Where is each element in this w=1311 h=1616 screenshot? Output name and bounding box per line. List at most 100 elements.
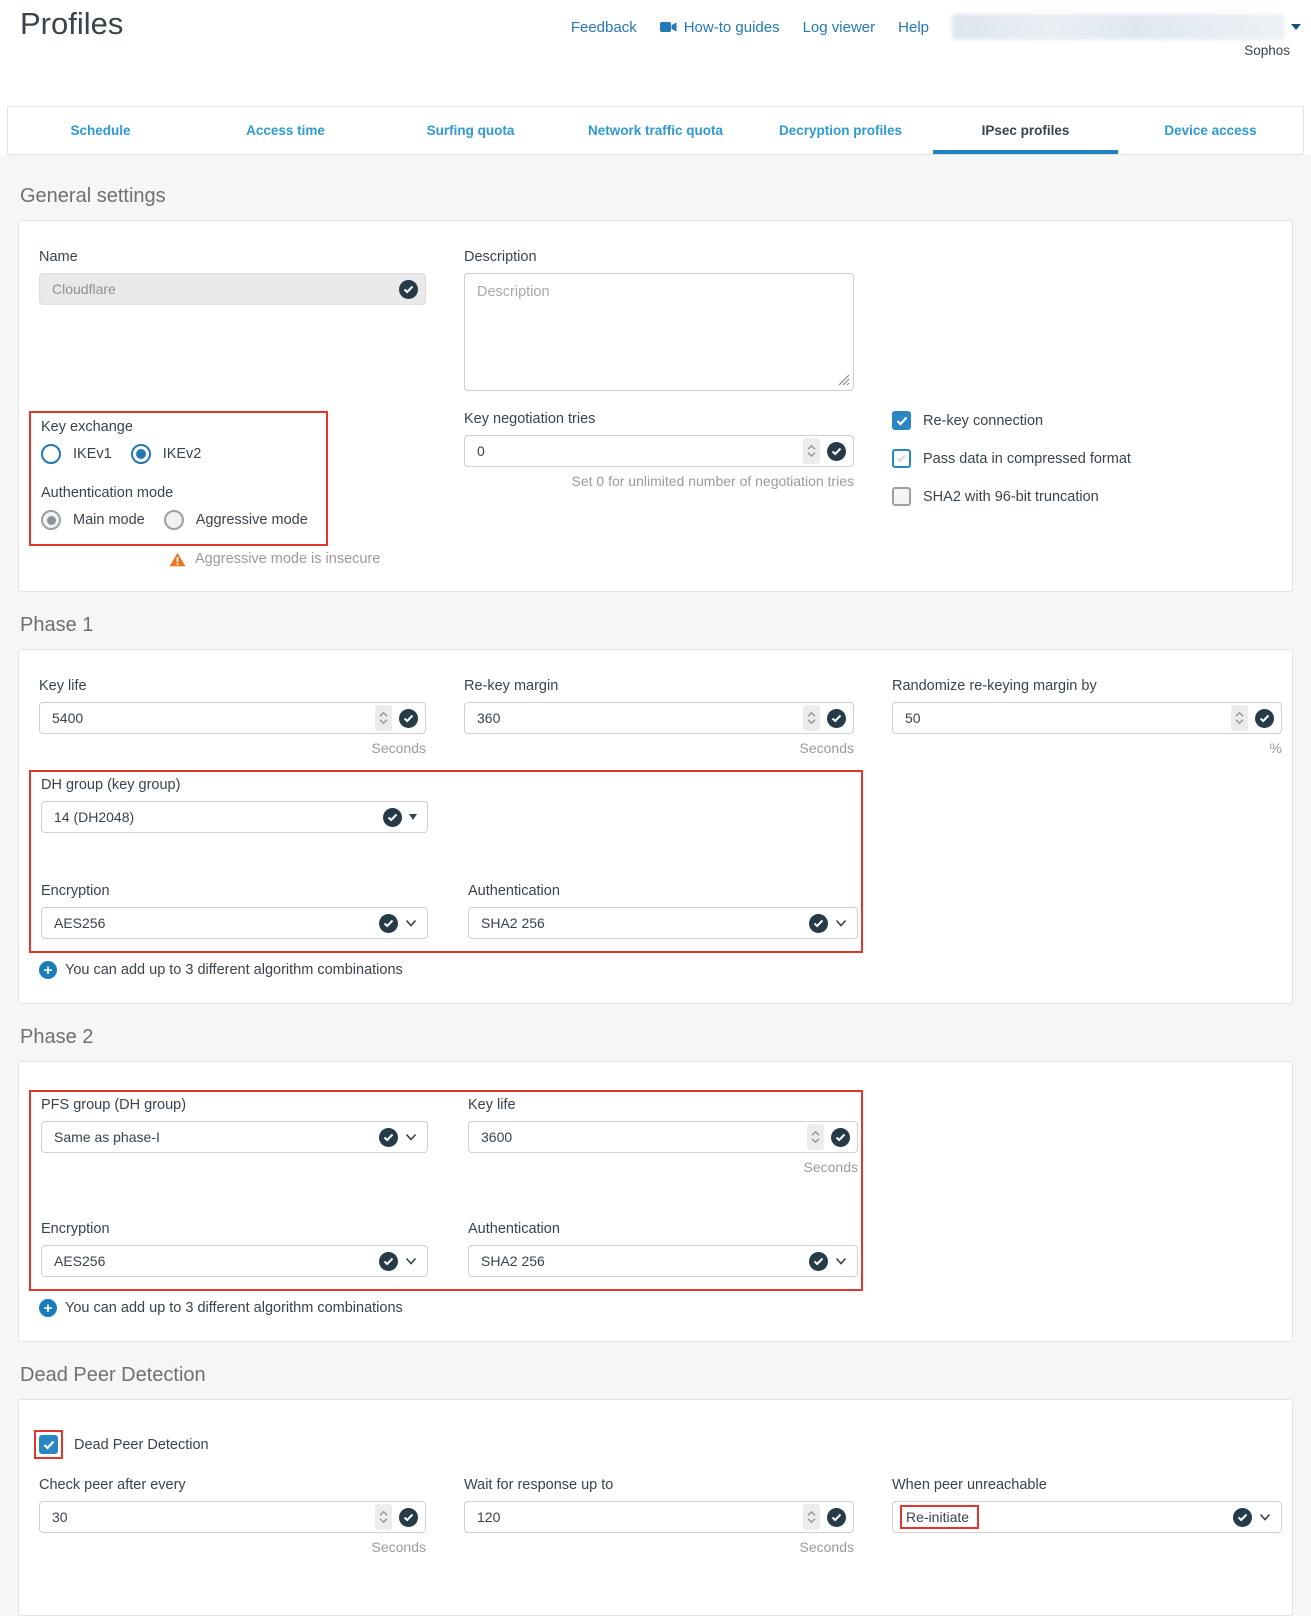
key-negotiation-value[interactable] (465, 443, 803, 459)
valid-check-icon (827, 442, 846, 461)
feedback-link[interactable]: Feedback (571, 19, 637, 36)
rekey-connection-option[interactable]: Re-key connection (892, 411, 1282, 430)
rekey-margin-value[interactable] (465, 710, 803, 726)
check-peer-input[interactable] (39, 1501, 426, 1533)
phase1-rekey-margin-field: Re-key margin Seconds (464, 678, 854, 756)
phase1-algorithms-annotation: DH group (key group) 14 (DH2048) Encrypt… (29, 770, 863, 953)
redacted-account-name (952, 14, 1285, 40)
valid-check-icon (383, 808, 402, 827)
number-stepper[interactable] (1231, 705, 1248, 731)
encryption-label: Encryption (41, 883, 428, 899)
compressed-format-option[interactable]: Pass data in compressed format (892, 449, 1282, 468)
wait-response-input[interactable] (464, 1501, 854, 1533)
number-stepper[interactable] (807, 1124, 824, 1150)
wait-response-label: Wait for response up to (464, 1477, 854, 1493)
encryption-select[interactable]: AES256 (41, 907, 428, 939)
log-viewer-link[interactable]: Log viewer (803, 19, 876, 36)
unit-label: Seconds (464, 740, 854, 756)
sha2-truncation-option[interactable]: SHA2 with 96-bit truncation (892, 487, 1282, 506)
unit-label: Seconds (464, 1539, 854, 1555)
number-stepper[interactable] (375, 1504, 392, 1530)
description-input[interactable] (464, 273, 854, 391)
radio-ikev1[interactable]: IKEv1 (41, 444, 112, 464)
phase1-key-life-field: Key life Seconds (39, 678, 426, 756)
dpd-enable-option[interactable]: Dead Peer Detection (39, 1430, 1282, 1459)
account-selector[interactable] (952, 14, 1301, 40)
key-exchange-annotation: Key exchange IKEv1 IKEv2 Authentication … (29, 411, 328, 546)
chevron-down-icon (405, 919, 417, 927)
dh-group-field: DH group (key group) 14 (DH2048) (41, 777, 428, 833)
valid-check-icon (399, 709, 418, 728)
when-unreachable-select[interactable]: Re-initiate (892, 1501, 1282, 1533)
checkbox-icon[interactable] (892, 449, 911, 468)
radio-disabled-selected-icon[interactable] (41, 510, 61, 530)
chevron-down-icon (405, 1133, 417, 1141)
checkbox-checked-icon[interactable] (892, 411, 911, 430)
tab-device-access[interactable]: Device access (1118, 107, 1303, 154)
add-icon[interactable]: + (39, 961, 57, 979)
number-stepper[interactable] (803, 1504, 820, 1530)
valid-check-icon (809, 1252, 828, 1271)
howto-guides-link[interactable]: How-to guides (660, 19, 780, 36)
name-input-value (40, 281, 399, 297)
add-icon[interactable]: + (39, 1299, 57, 1317)
description-field: Description (464, 249, 854, 391)
radio-aggressive-mode[interactable]: Aggressive mode (164, 510, 308, 530)
tab-surfing-quota[interactable]: Surfing quota (378, 107, 563, 154)
authentication-label: Authentication (468, 883, 858, 899)
when-unreachable-label: When peer unreachable (892, 1477, 1282, 1493)
wait-response-field: Wait for response up to Seconds (464, 1477, 854, 1555)
radio-selected-icon[interactable] (131, 444, 151, 464)
authentication-select[interactable]: SHA2 256 (468, 907, 858, 939)
number-stepper[interactable] (803, 438, 820, 464)
checkbox-icon[interactable] (892, 487, 911, 506)
key-life-value[interactable] (40, 710, 375, 726)
authentication-select[interactable]: SHA2 256 (468, 1245, 858, 1277)
valid-check-icon (399, 280, 418, 299)
dh-group-select[interactable]: 14 (DH2048) (41, 801, 428, 833)
phase2-key-life-field: Key life Seconds (468, 1097, 858, 1175)
checkbox-checked-icon[interactable] (39, 1435, 58, 1454)
number-stepper[interactable] (803, 705, 820, 731)
tab-access-time[interactable]: Access time (193, 107, 378, 154)
tab-ipsec-profiles[interactable]: IPsec profiles (933, 107, 1118, 154)
key-exchange-label: Key exchange (41, 419, 316, 435)
valid-check-icon (827, 1508, 846, 1527)
key-negotiation-input[interactable] (464, 435, 854, 467)
phase2-key-life-value[interactable] (469, 1129, 807, 1145)
number-stepper[interactable] (375, 705, 392, 731)
valid-check-icon (809, 914, 828, 933)
chevron-down-icon (1259, 1513, 1271, 1521)
phase1-encryption-field: Encryption AES256 (41, 883, 428, 939)
radio-disabled-icon[interactable] (164, 510, 184, 530)
tab-decryption-profiles[interactable]: Decryption profiles (748, 107, 933, 154)
pfs-group-label: PFS group (DH group) (41, 1097, 428, 1113)
general-settings-card: Name Description Key exchange IKEv1 (18, 220, 1293, 592)
key-life-input[interactable] (39, 702, 426, 734)
name-field: Name (39, 249, 426, 305)
radio-icon[interactable] (41, 444, 61, 464)
rekey-margin-input[interactable] (464, 702, 854, 734)
key-exchange-column: Key exchange IKEv1 IKEv2 Authentication … (39, 411, 426, 567)
tab-schedule[interactable]: Schedule (8, 107, 193, 154)
phase2-key-life-input[interactable] (468, 1121, 858, 1153)
valid-check-icon (379, 1252, 398, 1271)
warning-triangle-icon (169, 552, 186, 567)
tab-network-traffic-quota[interactable]: Network traffic quota (563, 107, 748, 154)
wait-response-value[interactable] (465, 1509, 803, 1525)
valid-check-icon (827, 709, 846, 728)
when-unreachable-field: When peer unreachable Re-initiate (892, 1477, 1282, 1533)
radio-ikev2[interactable]: IKEv2 (131, 444, 202, 464)
phase1-authentication-field: Authentication SHA2 256 (468, 883, 858, 939)
check-peer-value[interactable] (40, 1509, 375, 1525)
unit-label: % (892, 740, 1282, 756)
randomize-input[interactable] (892, 702, 1282, 734)
name-input[interactable] (39, 273, 426, 305)
help-link[interactable]: Help (898, 19, 929, 36)
radio-main-mode[interactable]: Main mode (41, 510, 145, 530)
valid-check-icon (399, 1508, 418, 1527)
randomize-value[interactable] (893, 710, 1231, 726)
encryption-select[interactable]: AES256 (41, 1245, 428, 1277)
valid-check-icon (379, 1128, 398, 1147)
pfs-group-select[interactable]: Same as phase-I (41, 1121, 428, 1153)
